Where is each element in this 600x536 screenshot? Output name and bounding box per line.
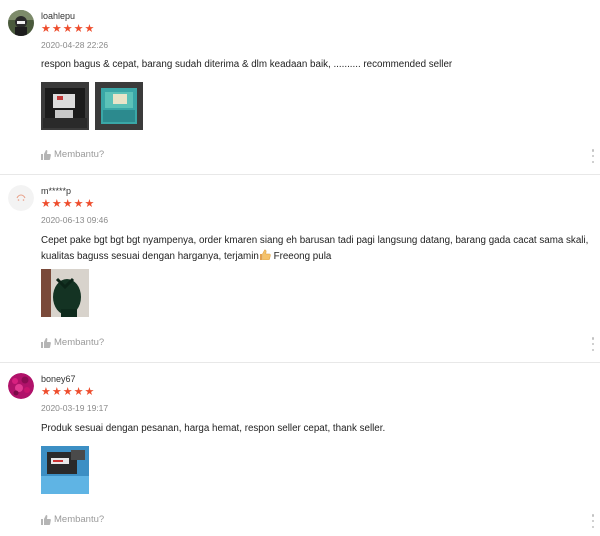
comment-text: Freeong pula (270, 251, 332, 262)
review-photo[interactable] (41, 446, 89, 494)
avatar[interactable] (8, 10, 34, 36)
review-author: m*****p (41, 186, 72, 196)
review-photo[interactable] (95, 82, 143, 130)
review-comment: Cepet pake bgt bgt bgt nyampenya, order … (41, 233, 596, 265)
review-author: loahlepu (41, 11, 76, 21)
more-vertical-icon[interactable] (590, 514, 596, 528)
avatar[interactable] (8, 185, 34, 211)
review-comment: respon bagus & cepat, barang sudah diter… (41, 59, 453, 70)
thumbs-up-icon (41, 514, 51, 525)
thumbs-up-icon (41, 337, 51, 348)
review-date: 2020-03-19 19:17 (41, 403, 109, 413)
review-date: 2020-04-28 22:26 (41, 40, 109, 50)
review-item: loahlepu ★★★★★ 2020-04-28 22:26 respon b… (0, 0, 600, 174)
review-author: boney67 (41, 374, 76, 384)
more-vertical-icon[interactable] (590, 337, 596, 351)
review-photo[interactable] (41, 82, 89, 130)
review-comment: Produk sesuai dengan pesanan, harga hema… (41, 423, 386, 434)
helpful-label: Membantu? (54, 514, 105, 525)
more-vertical-icon[interactable] (590, 149, 596, 163)
helpful-button[interactable]: Membantu? (41, 514, 104, 525)
helpful-button[interactable]: Membantu? (41, 337, 104, 348)
avatar[interactable] (8, 373, 34, 399)
thumbs-up-emoji (259, 249, 271, 260)
review-item: m*****p ★★★★★ 2020-06-13 09:46 Cepet pak… (0, 175, 600, 362)
review-photo[interactable] (41, 269, 89, 317)
helpful-label: Membantu? (54, 337, 105, 348)
thumbs-up-icon (41, 149, 51, 160)
review-item: boney67 ★★★★★ 2020-03-19 19:17 Produk se… (0, 363, 600, 536)
rating-stars: ★★★★★ (41, 386, 96, 398)
rating-stars: ★★★★★ (41, 198, 96, 210)
helpful-button[interactable]: Membantu? (41, 149, 104, 160)
helpful-label: Membantu? (54, 149, 105, 160)
rating-stars: ★★★★★ (41, 23, 96, 35)
review-date: 2020-06-13 09:46 (41, 215, 109, 225)
